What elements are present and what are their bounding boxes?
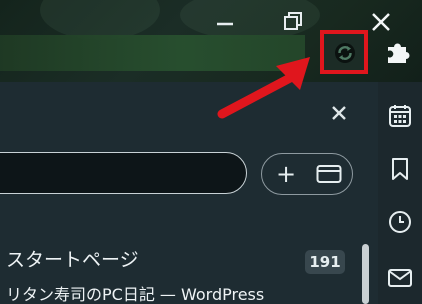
- count-badge: 191: [305, 250, 345, 274]
- panel-close-icon[interactable]: [330, 104, 348, 122]
- scrollbar[interactable]: [362, 244, 369, 304]
- background-foliage: [40, 0, 160, 40]
- close-icon: [372, 13, 390, 31]
- group-title[interactable]: スタートページ: [6, 248, 139, 272]
- restore-button[interactable]: [278, 6, 308, 36]
- close-window-button[interactable]: [366, 6, 396, 36]
- mail-icon[interactable]: [386, 263, 414, 291]
- minimize-button[interactable]: [210, 6, 240, 36]
- sync-extension-button[interactable]: [320, 30, 368, 74]
- clock-icon[interactable]: [386, 208, 414, 236]
- minimize-icon: [217, 22, 233, 26]
- address-bar-strip[interactable]: [0, 35, 305, 71]
- search-input[interactable]: [0, 152, 247, 194]
- add-button[interactable]: +: [276, 160, 296, 188]
- folder-icon[interactable]: [316, 164, 342, 184]
- puzzle-icon[interactable]: [384, 37, 412, 65]
- add-group-control: +: [261, 153, 353, 195]
- title-bar: [0, 0, 422, 82]
- sync-extension-icon: [335, 43, 355, 63]
- bookmark-icon[interactable]: [386, 155, 414, 183]
- list-item-title[interactable]: リタン寿司のPC日記 — WordPress: [6, 285, 346, 304]
- restore-icon: [284, 12, 302, 30]
- calendar-icon[interactable]: [386, 102, 414, 130]
